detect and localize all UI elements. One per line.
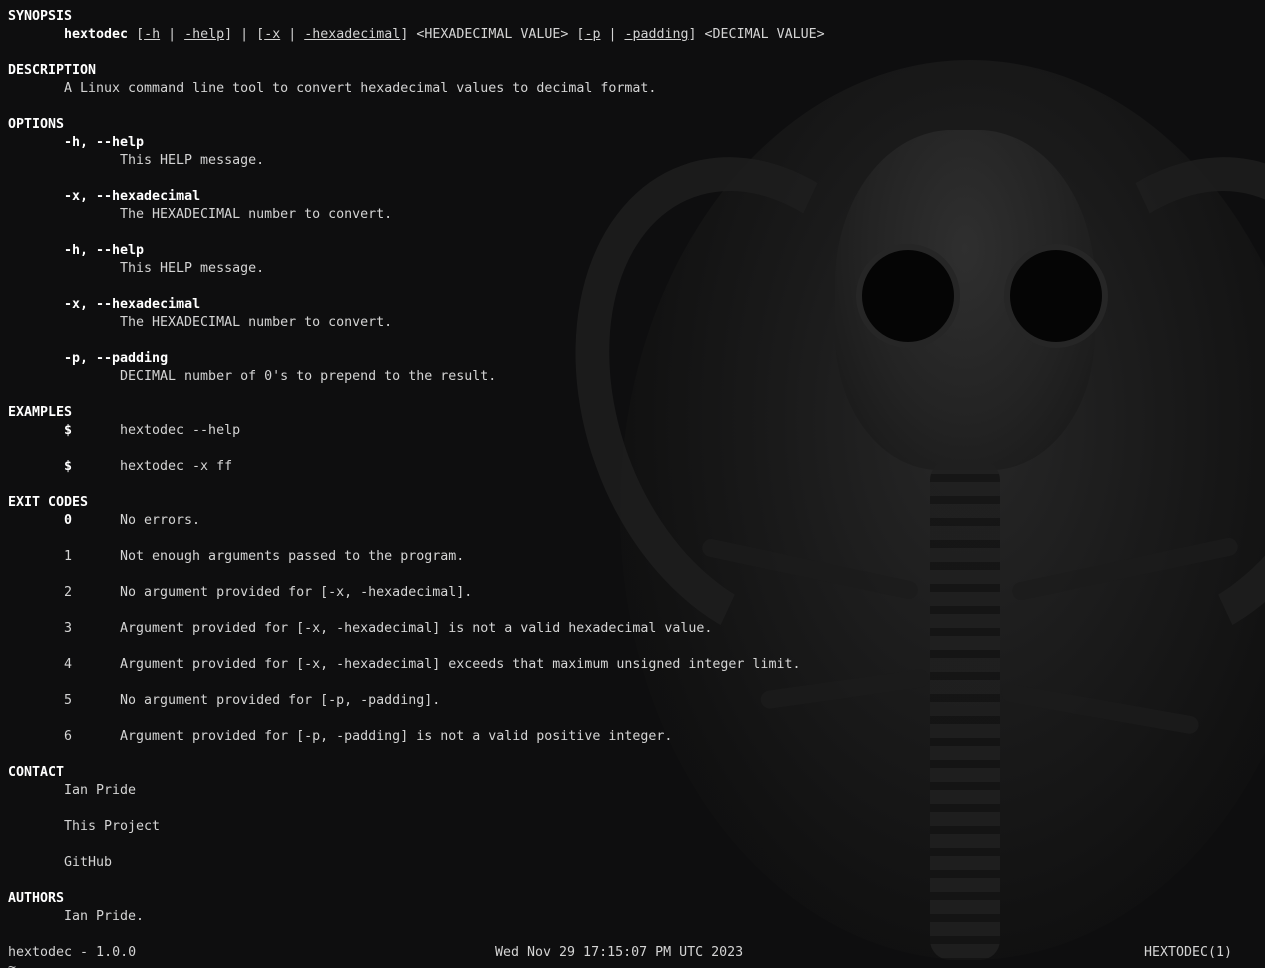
authors-text: Ian Pride.: [64, 909, 145, 924]
synopsis-bracket: ] | [: [224, 27, 265, 42]
footer-manpage-name: HEXTODEC(1): [1144, 945, 1233, 960]
section-header-examples: EXAMPLES: [8, 405, 73, 420]
synopsis-opt-p: -p: [584, 27, 601, 42]
exit-code-description: No errors.: [120, 513, 201, 528]
exit-code: 5: [64, 693, 73, 708]
exit-code-description: No argument provided for [-x, -hexadecim…: [120, 585, 473, 600]
example-command: hextodec -x ff: [120, 459, 233, 474]
footer-version: hextodec - 1.0.0: [8, 945, 137, 960]
synopsis-pipe: |: [280, 27, 305, 42]
contact-github-link[interactable]: GitHub: [64, 854, 112, 872]
synopsis-bracket: ] <DECIMAL VALUE>: [688, 27, 825, 42]
synopsis-opt-h: -h: [144, 27, 161, 42]
section-header-contact: CONTACT: [8, 765, 65, 780]
section-header-options: OPTIONS: [8, 117, 65, 132]
option-description: The HEXADECIMAL number to convert.: [120, 207, 393, 222]
footer-date: Wed Nov 29 17:15:07 PM UTC 2023: [495, 945, 744, 960]
contact-project-link[interactable]: This Project: [64, 818, 160, 836]
contact-author-link[interactable]: Ian Pride: [64, 782, 136, 800]
option-description: This HELP message.: [120, 261, 265, 276]
section-header-description: DESCRIPTION: [8, 63, 97, 78]
exit-code: 2: [64, 585, 73, 600]
exit-code-description: Argument provided for [-x, -hexadecimal]…: [120, 657, 801, 672]
background-artwork: [0, 0, 1265, 968]
exit-code: 3: [64, 621, 73, 636]
synopsis-command: hextodec: [64, 27, 129, 42]
background-eye-left: [862, 250, 954, 342]
exit-code-description: Argument provided for [-p, -padding] is …: [120, 729, 673, 744]
exit-code: 1: [64, 549, 73, 564]
option-flag: -h, --help: [64, 135, 145, 150]
synopsis-bracket: [: [136, 27, 145, 42]
exit-code: 4: [64, 657, 73, 672]
synopsis-pipe: |: [600, 27, 625, 42]
synopsis-opt-help: -help: [184, 27, 225, 42]
option-flag: -x, --hexadecimal: [64, 297, 201, 312]
option-description: The HEXADECIMAL number to convert.: [120, 315, 393, 330]
section-header-synopsis: SYNOPSIS: [8, 9, 73, 24]
example-prompt: $: [64, 423, 73, 438]
option-description: This HELP message.: [120, 153, 265, 168]
section-header-authors: AUTHORS: [8, 891, 65, 906]
option-flag: -h, --help: [64, 243, 145, 258]
synopsis-opt-x: -x: [264, 27, 281, 42]
example-command: hextodec --help: [120, 423, 241, 438]
exit-code: 6: [64, 729, 73, 744]
exit-code-description: Argument provided for [-x, -hexadecimal]…: [120, 621, 713, 636]
example-prompt: $: [64, 459, 73, 474]
synopsis-bracket: ] <HEXADECIMAL VALUE> [: [400, 27, 585, 42]
description-text: A Linux command line tool to convert hex…: [64, 81, 657, 96]
background-eye-right: [1010, 250, 1102, 342]
option-flag: -p, --padding: [64, 351, 169, 366]
synopsis-opt-padding: -padding: [624, 27, 689, 42]
option-flag: -x, --hexadecimal: [64, 189, 201, 204]
background-spine: [930, 460, 1000, 960]
synopsis-opt-hexadecimal: -hexadecimal: [304, 27, 401, 42]
section-header-exit-codes: EXIT CODES: [8, 495, 89, 510]
exit-code-description: No argument provided for [-p, -padding].: [120, 693, 441, 708]
exit-code-description: Not enough arguments passed to the progr…: [120, 549, 465, 564]
synopsis-pipe: |: [160, 27, 185, 42]
shell-prompt[interactable]: ~: [8, 960, 16, 968]
exit-code: 0: [64, 513, 73, 528]
option-description: DECIMAL number of 0's to prepend to the …: [120, 369, 497, 384]
synopsis-line: hextodec [-h | -help] | [-x | -hexadecim…: [64, 26, 825, 44]
